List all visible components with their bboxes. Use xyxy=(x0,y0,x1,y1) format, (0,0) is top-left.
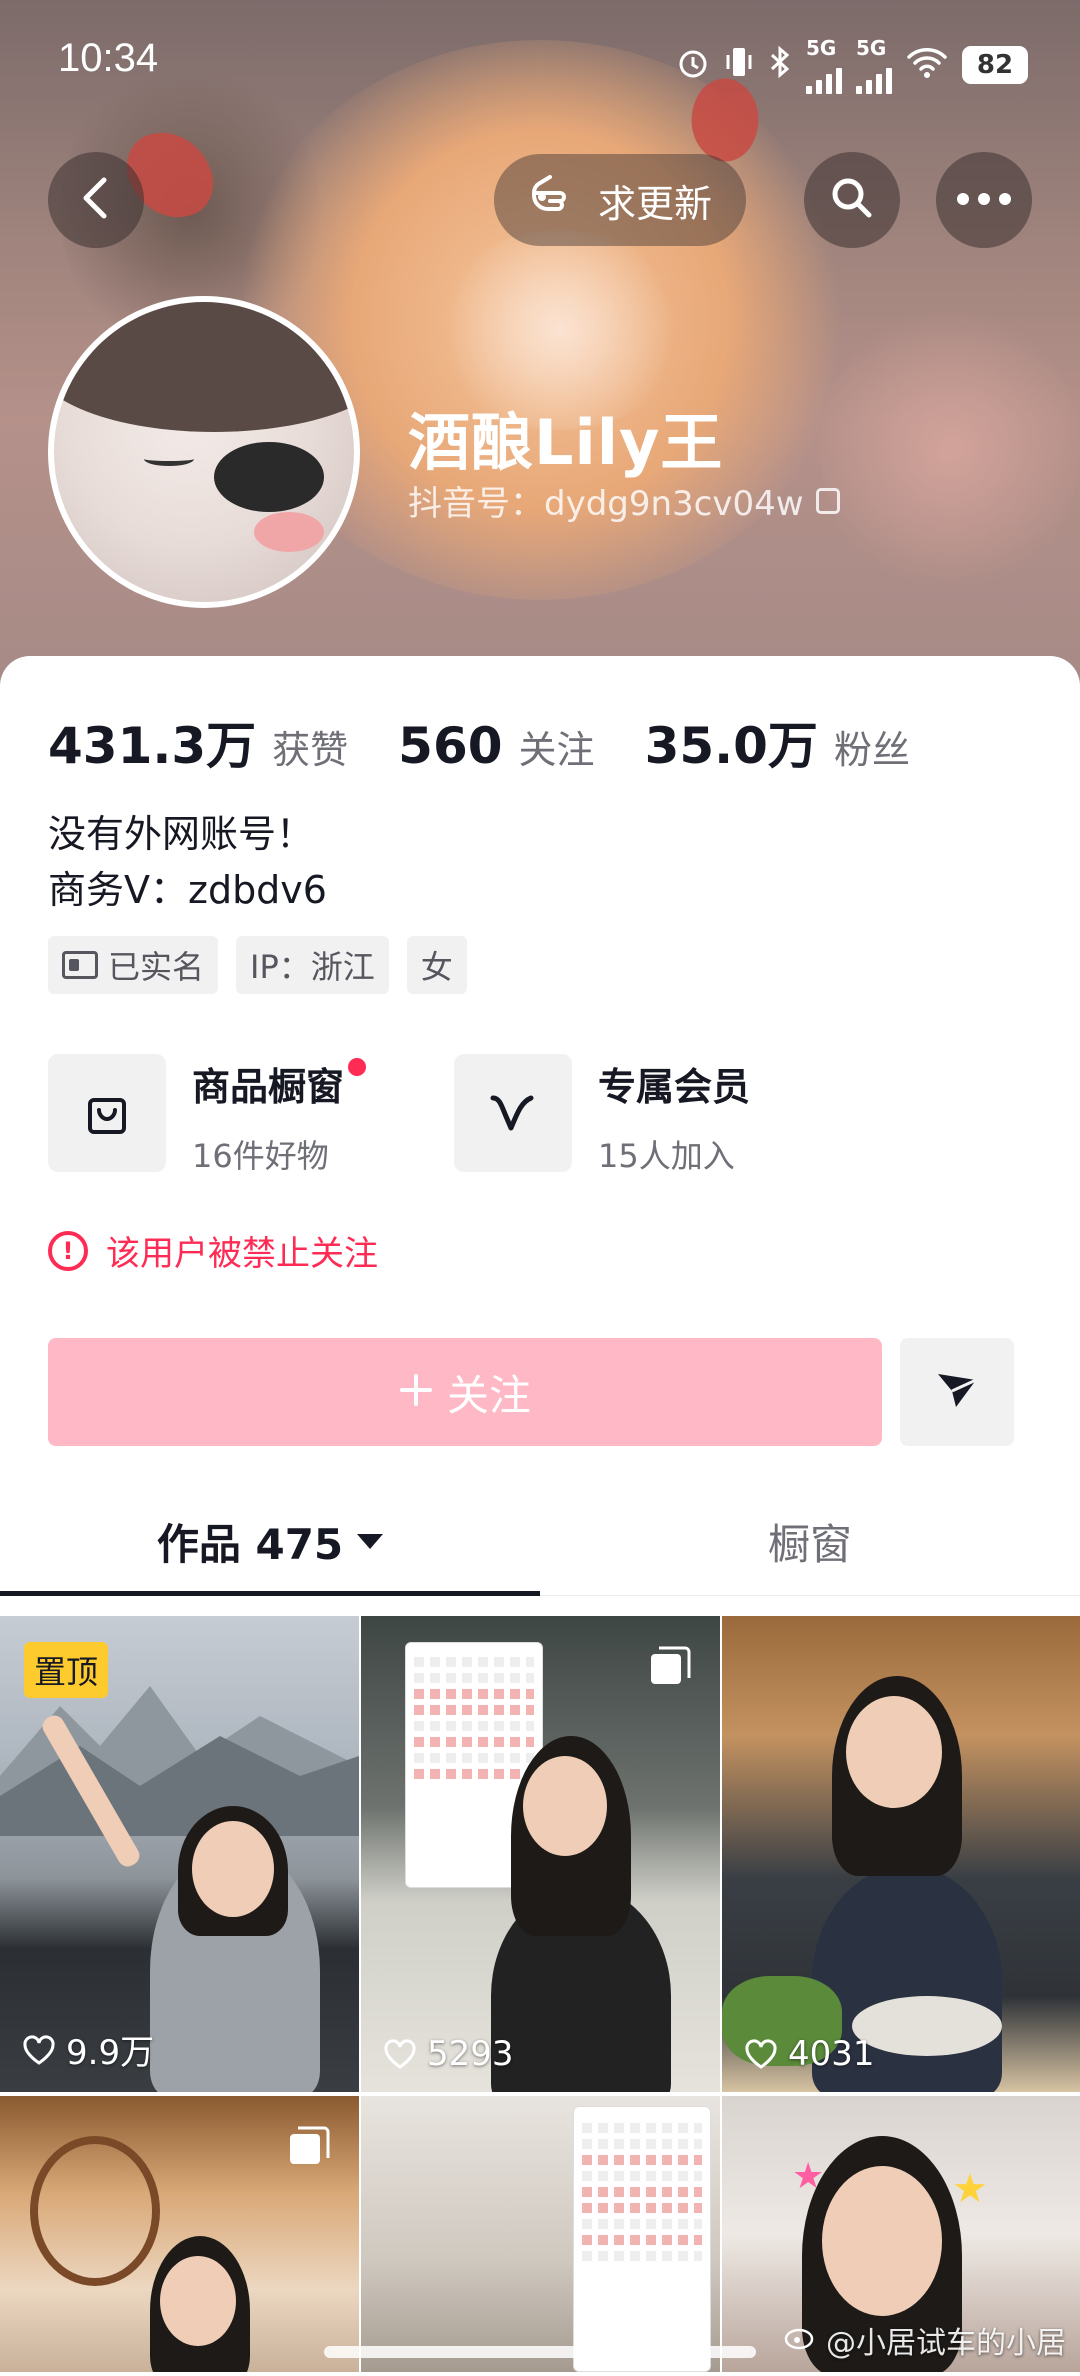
bio: 没有外网账号！ 商务V：zdbdv6 xyxy=(48,806,327,918)
tag-verified-label: 已实名 xyxy=(108,948,205,986)
stat-likes[interactable]: 431.3万 获赞 xyxy=(48,706,348,778)
membership-entry[interactable]: 专属会员 15人加入 xyxy=(454,1054,750,1177)
chevron-left-icon xyxy=(76,174,116,226)
video-thumbnail[interactable] xyxy=(361,2096,720,2372)
video-thumbnail[interactable] xyxy=(0,2096,359,2372)
bio-line-2: 商务V：zdbdv6 xyxy=(48,868,327,912)
video-likes: 9.9万 xyxy=(22,2025,154,2074)
shopping-bag-icon xyxy=(48,1054,166,1172)
tag-gender: 女 xyxy=(406,936,467,994)
video-likes: 4031 xyxy=(744,2034,875,2074)
video-likes: 5293 xyxy=(383,2034,514,2074)
shop-window-subtitle: 16件好物 xyxy=(192,1137,329,1175)
pinned-badge: 置顶 xyxy=(24,1642,109,1698)
heart-icon xyxy=(384,2039,416,2069)
stat-number: 35.0万 xyxy=(644,717,818,775)
calendar-screenshot xyxy=(573,2106,711,2372)
douyin-id: 抖音号：dydg9n3cv04w xyxy=(408,484,804,524)
alarm-icon xyxy=(676,45,710,85)
video-likes-count: 5293 xyxy=(427,2034,514,2074)
status-bar: 10:34 5G 5G 82 xyxy=(0,0,1080,110)
star-sticker-icon: ★ xyxy=(952,2166,988,2212)
pointing-hand-icon xyxy=(528,171,584,230)
stat-label: 获赞 xyxy=(272,728,349,772)
video-likes-count: 9.9万 xyxy=(66,2033,155,2073)
multi-photo-icon xyxy=(287,2124,331,2168)
video-likes-count: 4031 xyxy=(788,2034,875,2074)
more-options-button[interactable] xyxy=(936,152,1032,248)
stat-following[interactable]: 560 关注 xyxy=(398,717,594,775)
warning-icon: ! xyxy=(48,1230,88,1271)
shop-window-entry[interactable]: 商品橱窗 16件好物 xyxy=(48,1054,367,1177)
tag-ip-label: IP：浙江 xyxy=(250,948,375,986)
wifi-icon xyxy=(906,45,948,85)
cellular-signal-icon-1: 5G xyxy=(806,36,842,94)
profile-banner: 10:34 5G 5G 82 求更新 酒酿Lily王 抖音号：dydg9n3cv… xyxy=(0,0,1080,700)
tag-verified[interactable]: 已实名 xyxy=(48,936,219,994)
tag-gender-label: 女 xyxy=(420,948,453,986)
stat-label: 关注 xyxy=(518,728,595,772)
video-thumbnail[interactable]: 5293 xyxy=(361,1616,720,2092)
tab-works-label: 作品 475 xyxy=(156,1519,344,1569)
douyin-id-row[interactable]: 抖音号：dydg9n3cv04w xyxy=(408,476,840,525)
stat-followers[interactable]: 35.0万 粉丝 xyxy=(645,706,910,778)
follow-button[interactable]: 关注 xyxy=(48,1338,882,1446)
bio-line-1: 没有外网账号！ xyxy=(48,812,315,856)
status-time: 10:34 xyxy=(58,36,159,80)
stats-row: 431.3万 获赞 560 关注 35.0万 粉丝 xyxy=(48,706,960,778)
avatar[interactable] xyxy=(48,296,360,608)
weibo-icon xyxy=(784,2322,818,2358)
follow-label: 关注 xyxy=(446,1370,531,1420)
copy-icon[interactable] xyxy=(815,487,840,514)
tab-works[interactable]: 作品 475 xyxy=(0,1486,540,1596)
id-card-icon xyxy=(62,951,98,979)
content-tabs: 作品 475 橱窗 xyxy=(0,1486,1080,1596)
tags-row: 已实名 IP：浙江 女 xyxy=(48,936,467,994)
paper-plane-icon xyxy=(935,1370,979,1414)
plus-icon xyxy=(399,1368,433,1417)
tag-ip: IP：浙江 xyxy=(236,936,389,994)
cellular-signal-icon-2: 5G xyxy=(856,36,892,94)
video-grid: 置顶 9.9万 5293 4031 ★ ★ xyxy=(0,1616,1080,2376)
watermark-text: @小居试车的小居 xyxy=(826,2326,1066,2361)
heart-icon xyxy=(745,2039,777,2069)
vibrate-icon xyxy=(724,45,754,85)
search-icon xyxy=(828,174,876,226)
bluetooth-icon xyxy=(768,45,792,85)
video-thumbnail[interactable]: 置顶 9.9万 xyxy=(0,1616,359,2092)
follow-ban-text: 该用户被禁止关注 xyxy=(106,1234,378,1274)
membership-subtitle: 15人加入 xyxy=(598,1137,735,1175)
home-indicator[interactable] xyxy=(324,2346,756,2358)
profile-page: 10:34 5G 5G 82 求更新 酒酿Lily王 抖音号：dydg9n3cv… xyxy=(0,0,1080,2376)
v-badge-icon xyxy=(454,1054,572,1172)
stat-number: 560 xyxy=(398,717,503,775)
active-tab-indicator xyxy=(0,1591,540,1596)
request-update-button[interactable]: 求更新 xyxy=(494,154,746,246)
back-button[interactable] xyxy=(48,152,144,248)
shop-window-title: 商品橱窗 xyxy=(192,1056,367,1111)
battery-indicator: 82 xyxy=(962,46,1028,84)
tab-shop-window[interactable]: 橱窗 xyxy=(540,1486,1080,1596)
video-thumbnail[interactable]: 4031 xyxy=(722,1616,1080,2092)
tab-shop-label: 橱窗 xyxy=(767,1519,852,1569)
heart-icon xyxy=(23,2034,55,2065)
follow-ban-notice: ! 该用户被禁止关注 xyxy=(48,1226,378,1275)
membership-title: 专属会员 xyxy=(598,1065,751,1109)
more-dots-icon xyxy=(956,191,1012,210)
watermark: @小居试车的小居 xyxy=(784,2318,1066,2362)
request-update-label: 求更新 xyxy=(597,181,712,226)
message-button[interactable] xyxy=(900,1338,1014,1446)
profile-name: 酒酿Lily王 xyxy=(408,406,724,479)
stat-number: 431.3万 xyxy=(48,717,257,775)
search-button[interactable] xyxy=(804,152,900,248)
notification-dot xyxy=(348,1058,367,1076)
stat-label: 粉丝 xyxy=(833,728,910,772)
caret-down-icon xyxy=(357,1533,384,1549)
multi-photo-icon xyxy=(648,1644,692,1688)
status-icons: 5G 5G 82 xyxy=(676,36,1028,94)
star-sticker-icon: ★ xyxy=(792,2156,825,2197)
